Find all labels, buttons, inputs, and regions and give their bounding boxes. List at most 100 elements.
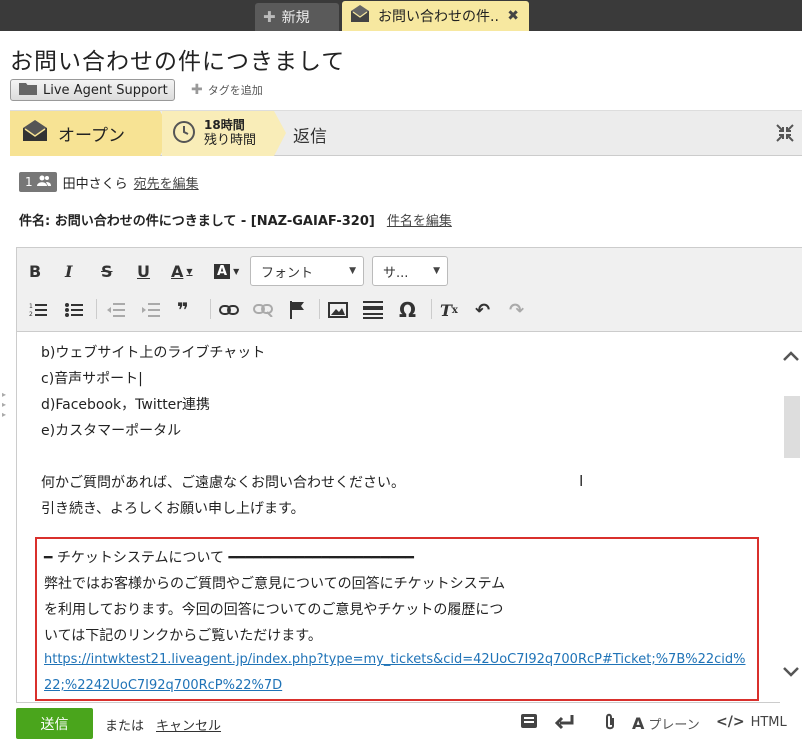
redo-icon[interactable]: ↷ <box>509 298 524 322</box>
collapse-icon[interactable] <box>776 124 794 147</box>
add-tag-label: タグを追加 <box>207 84 263 97</box>
html-toggle[interactable]: </> HTML <box>716 714 787 730</box>
chevron-down-icon: ▼ <box>349 266 356 276</box>
scrollbar-thumb[interactable] <box>784 396 800 458</box>
outdent-icon[interactable] <box>107 298 125 322</box>
recipients-row: 1 田中さくら 宛先を編集 <box>19 172 199 192</box>
background-color-button[interactable]: A ▼ <box>214 259 239 283</box>
department-label: Live Agent Support <box>43 82 168 98</box>
status-open[interactable]: オープン <box>10 111 172 156</box>
code-icon: </> <box>716 714 745 730</box>
body-line: b)ウェブサイト上のライブチャット <box>41 345 266 361</box>
cancel-link[interactable]: キャンセル <box>156 715 221 734</box>
subject-row: 件名: お問い合わせの件につきまして - [NAZ-GAIAF-320] 件名を… <box>19 210 452 229</box>
ticket-history-link-continued[interactable]: 22;%2242UoC7I92q700RcP%22%7D <box>44 678 282 693</box>
undo-icon[interactable]: ↶ <box>475 298 490 322</box>
edit-subject-link[interactable]: 件名を編集 <box>387 210 452 229</box>
link-icon[interactable] <box>219 298 239 322</box>
svg-text:2: 2 <box>29 311 33 318</box>
blockquote-icon[interactable]: ❞ <box>177 298 189 322</box>
notice-line: 弊社ではお客様からのご質問やご意見についての回答にチケットシステム <box>44 576 506 592</box>
underline-button[interactable]: U <box>137 259 150 283</box>
toolbar-divider <box>96 299 97 319</box>
bold-button[interactable]: B <box>29 259 41 283</box>
department-button[interactable]: Live Agent Support <box>10 79 175 101</box>
folder-icon <box>19 81 37 99</box>
body-line: 引き続き、よろしくお願い申し上げます。 <box>41 501 305 517</box>
status-time-remaining: 18時間 残り時間 <box>162 111 286 156</box>
tab-ticket[interactable]: お問い合わせの件.. ✖ <box>342 1 529 31</box>
tab-bar: ✚ 新規 お問い合わせの件.. ✖ <box>0 0 802 31</box>
message-body[interactable]: b)ウェブサイト上のライブチャット c)音声サポート| d)Facebook，T… <box>17 332 802 704</box>
plus-icon: ✚ <box>263 8 276 26</box>
font-letter-icon: A <box>632 714 645 733</box>
time-hours: 18時間 <box>204 118 245 132</box>
or-label: または <box>105 719 145 734</box>
chevron-down-icon[interactable] <box>783 662 799 681</box>
users-icon <box>36 175 51 189</box>
text-cursor-icon: I <box>579 472 584 490</box>
bottom-bar: 送信 または キャンセル A プレーン </> HTML <box>0 705 802 741</box>
status-bar: オープン 18時間 残り時間 返信 <box>10 110 802 156</box>
toolbar-divider <box>210 299 211 319</box>
message-editor: B I S U A ▼ A ▼ フォント ▼ サ... ▼ 12 ❞ Ω T x… <box>16 247 802 704</box>
clock-icon <box>172 120 196 148</box>
strikethrough-button[interactable]: S <box>101 259 113 283</box>
ticket-history-link[interactable]: https://intwktest21.liveagent.jp/index.p… <box>44 652 746 667</box>
status-reply[interactable]: 返信 <box>293 122 327 147</box>
resize-grip-icon[interactable]: ▸ ▸ ▸ <box>2 390 6 420</box>
plus-icon: ✚ <box>191 82 203 98</box>
bullet-list-icon[interactable] <box>65 298 83 322</box>
size-select[interactable]: サ... ▼ <box>372 256 448 286</box>
recipient-count-badge[interactable]: 1 <box>19 172 57 192</box>
italic-button[interactable]: I <box>65 259 72 283</box>
indent-icon[interactable] <box>142 298 160 322</box>
chevron-up-icon[interactable] <box>783 346 799 365</box>
size-select-value: サ... <box>383 265 409 281</box>
notice-heading: ━ チケットシステムについて ━━━━━━━━━━━━━━━━━━━━━━ <box>44 550 414 566</box>
envelope-icon <box>22 120 48 147</box>
toolbar-divider <box>319 299 320 319</box>
ticket-system-notice: ━ チケットシステムについて ━━━━━━━━━━━━━━━━━━━━━━ 弊社… <box>35 537 759 701</box>
reply-icon[interactable] <box>554 713 575 736</box>
svg-text:1: 1 <box>29 303 33 310</box>
body-line-text: c)音声サポート <box>41 371 139 387</box>
horizontal-rule-icon[interactable] <box>363 298 383 322</box>
notice-line: を利用しております。今回の回答についてのご意見やチケットの履歴につ <box>44 602 504 618</box>
envelope-icon <box>350 5 370 27</box>
body-line: 何かご質問があれば、ご遠慮なくお問い合わせください。 <box>41 475 405 491</box>
numbered-list-icon[interactable]: 12 <box>29 298 47 322</box>
body-line: c)音声サポート| <box>41 368 143 388</box>
subject-text: 件名: お問い合わせの件につきまして - [NAZ-GAIAF-320] <box>19 214 375 229</box>
time-remaining-label: 残り時間 <box>204 133 257 148</box>
plain-text-toggle[interactable]: A プレーン <box>632 714 700 733</box>
add-tag-button[interactable]: ✚ タグを追加 <box>191 82 263 98</box>
remove-format-icon[interactable]: Tx <box>440 298 458 322</box>
chevron-down-icon: ▼ <box>433 266 440 276</box>
unlink-icon[interactable] <box>253 298 273 322</box>
plain-label: プレーン <box>648 718 700 733</box>
tab-new[interactable]: ✚ 新規 <box>255 3 339 31</box>
recipient-name: 田中さくら <box>62 176 128 192</box>
anchor-flag-icon[interactable] <box>289 298 305 322</box>
text-caret: | <box>138 371 143 387</box>
close-tab-icon[interactable]: ✖ <box>507 8 519 24</box>
status-open-label: オープン <box>58 126 125 146</box>
canned-messages-icon[interactable] <box>520 713 538 734</box>
font-select[interactable]: フォント ▼ <box>250 256 364 286</box>
notice-line: いては下記のリンクからご覧いただけます。 <box>44 628 322 644</box>
edit-recipients-link[interactable]: 宛先を編集 <box>134 173 199 192</box>
font-select-value: フォント <box>261 265 314 281</box>
page-title: お問い合わせの件につきまして <box>10 49 346 75</box>
toolbar-divider <box>431 299 432 319</box>
tab-new-label: 新規 <box>281 10 310 26</box>
attachment-icon[interactable] <box>604 713 616 736</box>
body-line: d)Facebook，Twitter連携 <box>41 397 211 413</box>
html-label: HTML <box>750 714 787 730</box>
body-scrollbar[interactable] <box>780 332 802 704</box>
send-button[interactable]: 送信 <box>16 708 93 739</box>
special-character-icon[interactable]: Ω <box>399 298 416 322</box>
image-icon[interactable] <box>328 298 348 322</box>
body-line: e)カスタマーポータル <box>41 423 182 439</box>
text-color-button[interactable]: A ▼ <box>171 259 193 283</box>
